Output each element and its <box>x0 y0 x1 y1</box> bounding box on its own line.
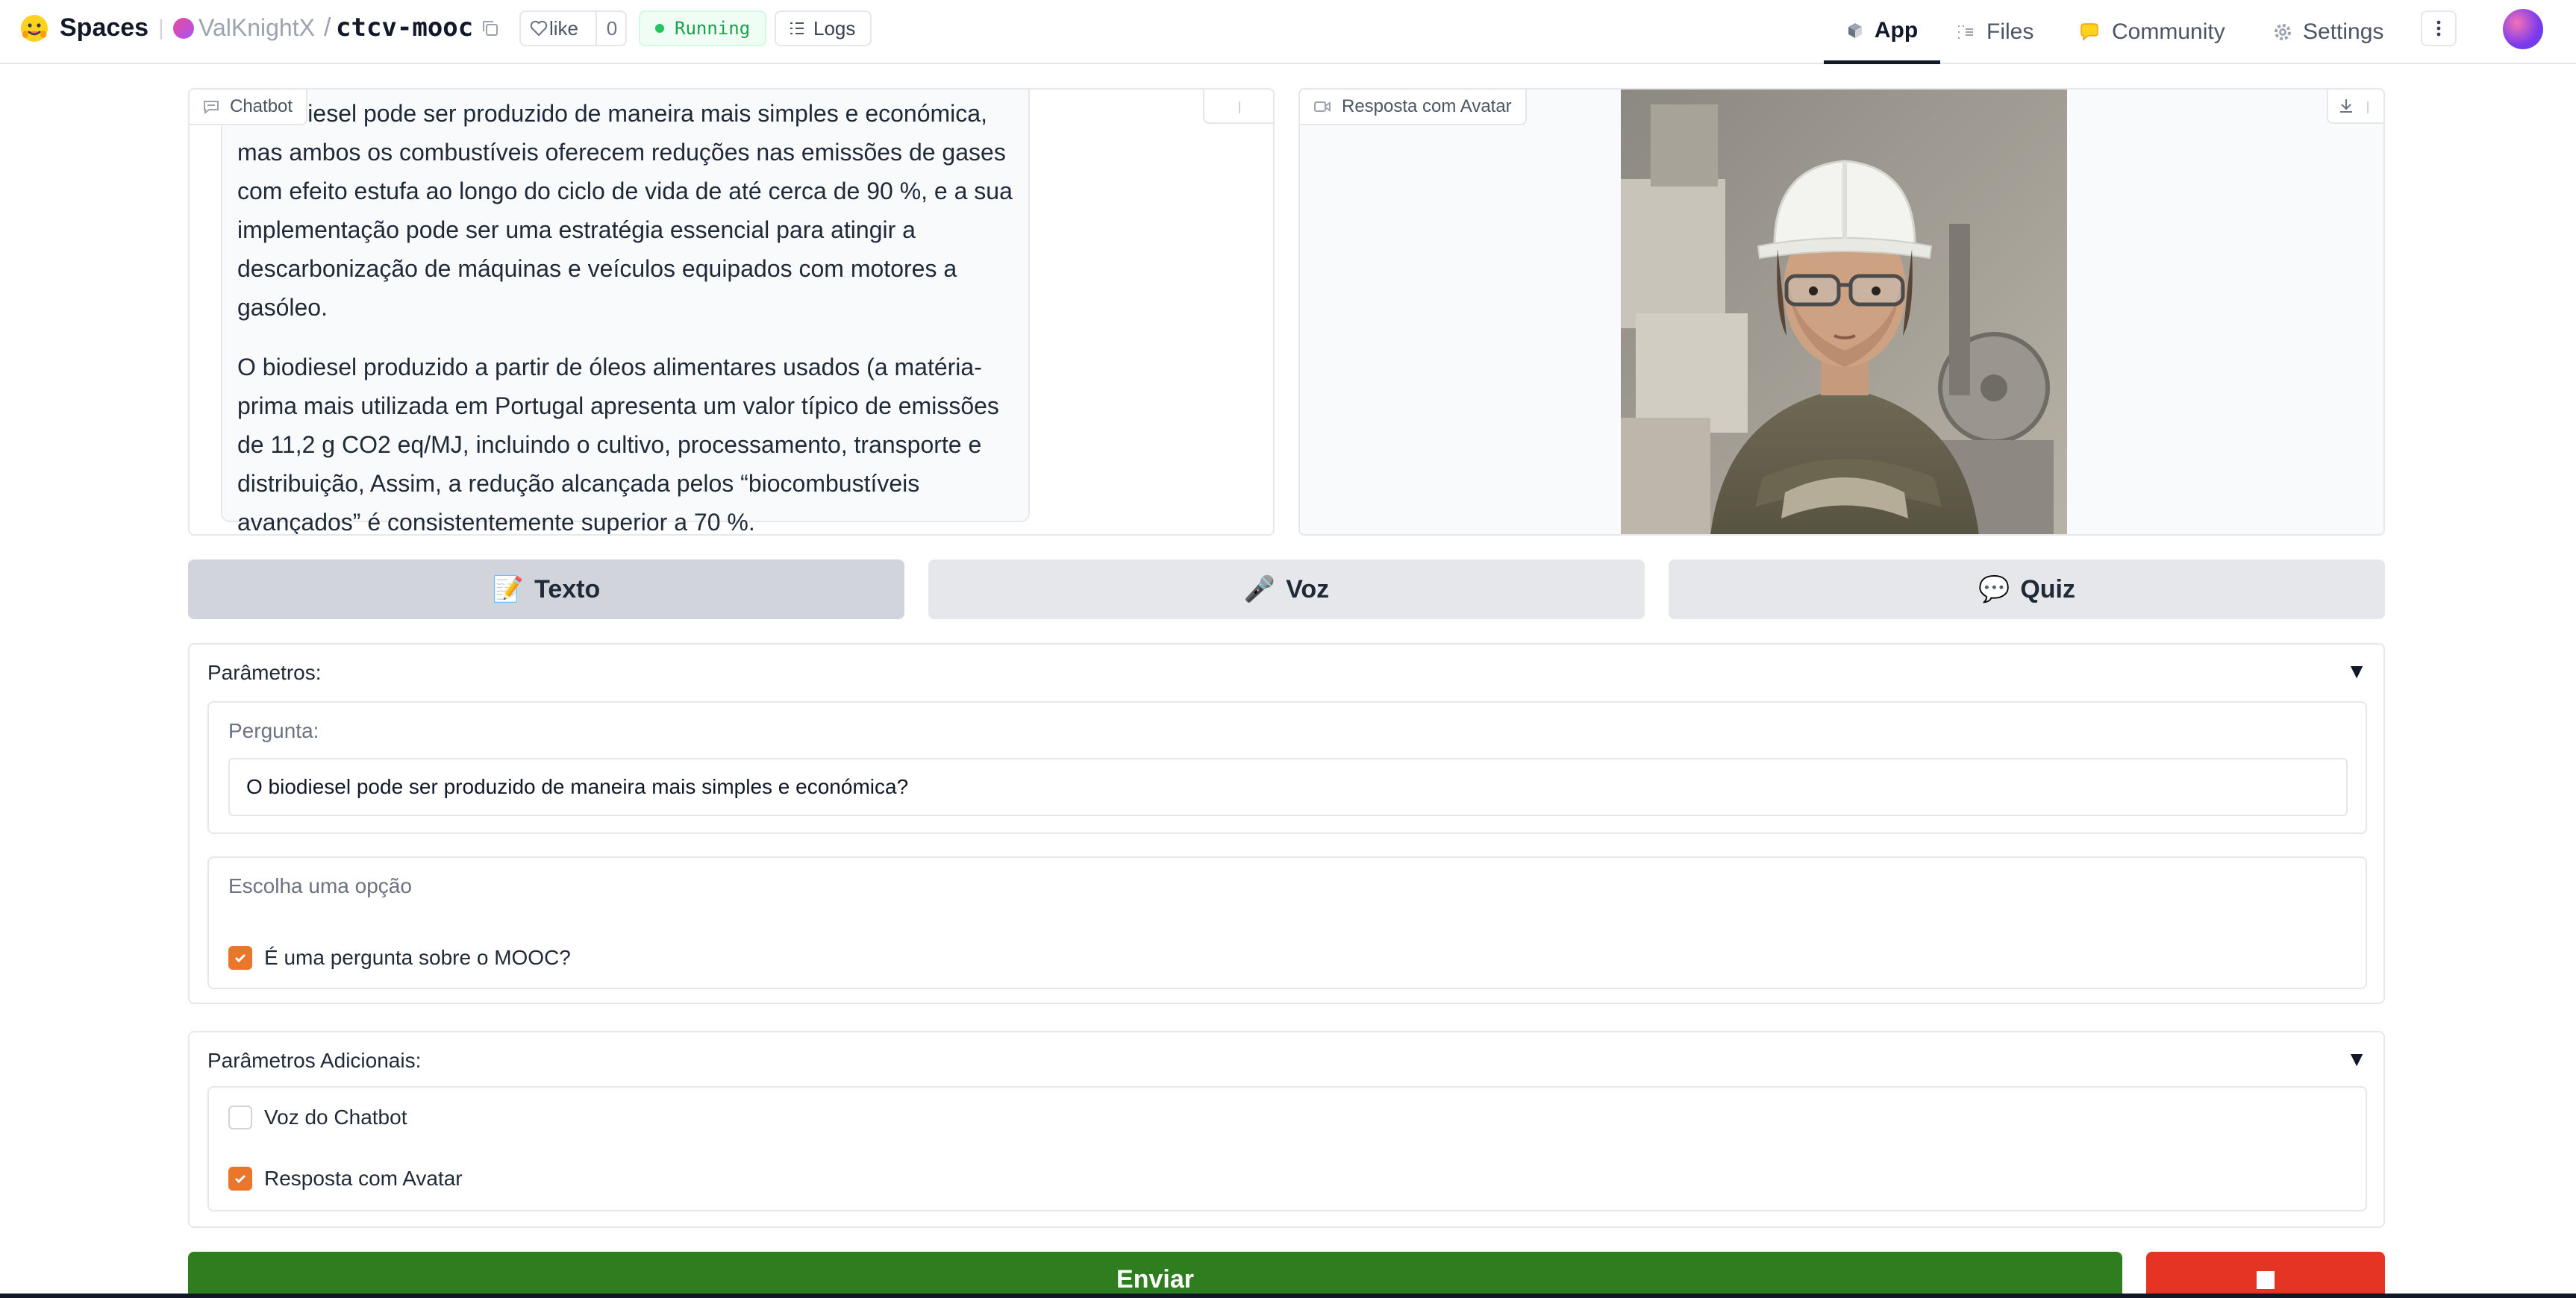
question-input[interactable]: O biodiesel pode ser produzido de maneir… <box>228 758 2348 816</box>
avatar-checkbox[interactable] <box>228 1167 252 1191</box>
status-badge[interactable]: Running <box>639 10 767 46</box>
additional-parameters-accordion: Parâmetros Adicionais: ▼ Voz do Chatbot … <box>188 1031 2385 1228</box>
like-label: like <box>549 16 579 40</box>
avatar-checkbox-row[interactable]: Resposta com Avatar <box>228 1167 463 1191</box>
parameters-accordion-title[interactable]: Parâmetros: <box>207 661 322 685</box>
question-field: Pergunta: O biodiesel pode ser produzido… <box>207 701 2367 834</box>
cube-icon <box>1848 22 1862 38</box>
tab-community-label: Community <box>2112 19 2225 44</box>
checkmark-icon <box>234 1174 246 1184</box>
like-button[interactable]: like 0 <box>519 10 627 46</box>
mode-texto-button[interactable]: 📝 Texto <box>188 559 904 619</box>
status-dot-icon <box>655 24 664 33</box>
chatbot-label: Chatbot <box>190 90 308 125</box>
mode-quiz-label: Quiz <box>2020 574 2075 603</box>
community-icon <box>2081 23 2098 41</box>
more-vertical-icon <box>2436 20 2441 37</box>
memo-icon: 📝 <box>492 575 525 603</box>
voice-checkbox-row[interactable]: Voz do Chatbot <box>228 1106 407 1129</box>
video-icon <box>1314 101 1331 112</box>
avatar-video-panel: Resposta com Avatar <box>1298 88 2385 536</box>
tab-files[interactable]: Files <box>1957 0 2033 64</box>
tab-app-label: App <box>1874 17 1919 43</box>
chatbot-label-text: Chatbot <box>230 96 293 116</box>
options-field: Escolha uma opção É uma pergunta sobre o… <box>207 856 2367 989</box>
like-count[interactable]: 0 <box>595 12 627 45</box>
microphone-icon: 🎤 <box>1243 575 1276 603</box>
header-divider: | <box>158 16 164 40</box>
question-label: Pergunta: <box>228 719 319 742</box>
chat-bubble-icon <box>204 101 219 114</box>
repo-name-link[interactable]: ctcv-mooc <box>336 10 473 45</box>
owner-avatar <box>173 18 194 39</box>
files-icon <box>1958 25 1973 39</box>
chatbot-panel: Chatbot O biodiesel pode ser produzido d… <box>188 88 1275 536</box>
mooc-checkbox-row[interactable]: É uma pergunta sobre o MOOC? <box>228 946 571 970</box>
window-bottom-edge <box>0 1294 2576 1298</box>
avatar-checkbox-label: Resposta com Avatar <box>264 1167 463 1190</box>
parameters-accordion: Parâmetros: ▼ Pergunta: O biodiesel pode… <box>188 643 2385 1004</box>
speech-balloon-icon: 💬 <box>1978 575 2010 603</box>
send-button[interactable]: Enviar <box>188 1252 2122 1298</box>
worker-portrait-image <box>1621 90 2067 534</box>
avatar-video[interactable] <box>1621 90 2067 534</box>
hugging-face-logo-icon[interactable] <box>19 13 49 43</box>
mode-voz-button[interactable]: 🎤 Voz <box>928 559 1645 619</box>
checkmark-icon <box>234 953 246 963</box>
mooc-checkbox-label: É uma pergunta sobre o MOOC? <box>264 946 571 969</box>
message-paragraph: O biodiesel pode ser produzido de maneir… <box>237 100 1013 321</box>
avatar-panel-label-text: Resposta com Avatar <box>1342 96 1512 116</box>
caret-down-icon[interactable]: ▼ <box>2346 1047 2367 1071</box>
tab-files-label: Files <box>1986 19 2034 44</box>
logs-button[interactable]: Logs <box>775 10 872 46</box>
avatar-panel-label: Resposta com Avatar <box>1300 90 1527 125</box>
stop-button[interactable] <box>2146 1252 2385 1298</box>
status-text: Running <box>675 18 751 39</box>
download-icon <box>2340 99 2352 113</box>
copy-icon[interactable] <box>481 18 501 39</box>
logs-icon <box>790 22 804 34</box>
caret-down-icon[interactable]: ▼ <box>2346 659 2367 683</box>
mode-quiz-button[interactable]: 💬 Quiz <box>1669 559 2385 619</box>
owner-link[interactable]: ValKnightX <box>198 10 315 45</box>
logs-label: Logs <box>813 16 856 40</box>
user-avatar[interactable] <box>2503 9 2543 49</box>
download-button[interactable] <box>2327 90 2383 124</box>
tab-settings[interactable]: Settings <box>2273 0 2383 64</box>
top-navbar: Spaces | ValKnightX / ctcv-mooc like 0 R… <box>0 0 2576 64</box>
message-paragraph: O biodiesel produzido a partir de óleos … <box>237 354 999 536</box>
voice-checkbox[interactable] <box>228 1106 252 1129</box>
path-separator: / <box>324 13 331 42</box>
voice-checkbox-label: Voz do Chatbot <box>264 1106 407 1129</box>
bot-message: O biodiesel pode ser produzido de maneir… <box>221 90 1030 534</box>
additional-parameters-title[interactable]: Parâmetros Adicionais: <box>207 1049 421 1073</box>
mode-voz-label: Voz <box>1286 574 1330 603</box>
chatbot-toolbar[interactable] <box>1203 90 1273 124</box>
tab-settings-label: Settings <box>2303 19 2384 44</box>
stop-icon <box>2257 1271 2275 1289</box>
options-label: Escolha uma opção <box>228 874 412 897</box>
mode-texto-label: Texto <box>534 574 601 603</box>
tab-community[interactable]: Community <box>2079 0 2225 64</box>
spaces-link[interactable]: Spaces <box>60 10 149 45</box>
additional-options-group: Voz do Chatbot Resposta com Avatar <box>207 1086 2367 1211</box>
more-options-button[interactable] <box>2421 10 2457 46</box>
tab-app[interactable]: App <box>1824 0 1940 64</box>
gear-icon <box>2275 24 2291 40</box>
mooc-checkbox[interactable] <box>228 946 252 970</box>
